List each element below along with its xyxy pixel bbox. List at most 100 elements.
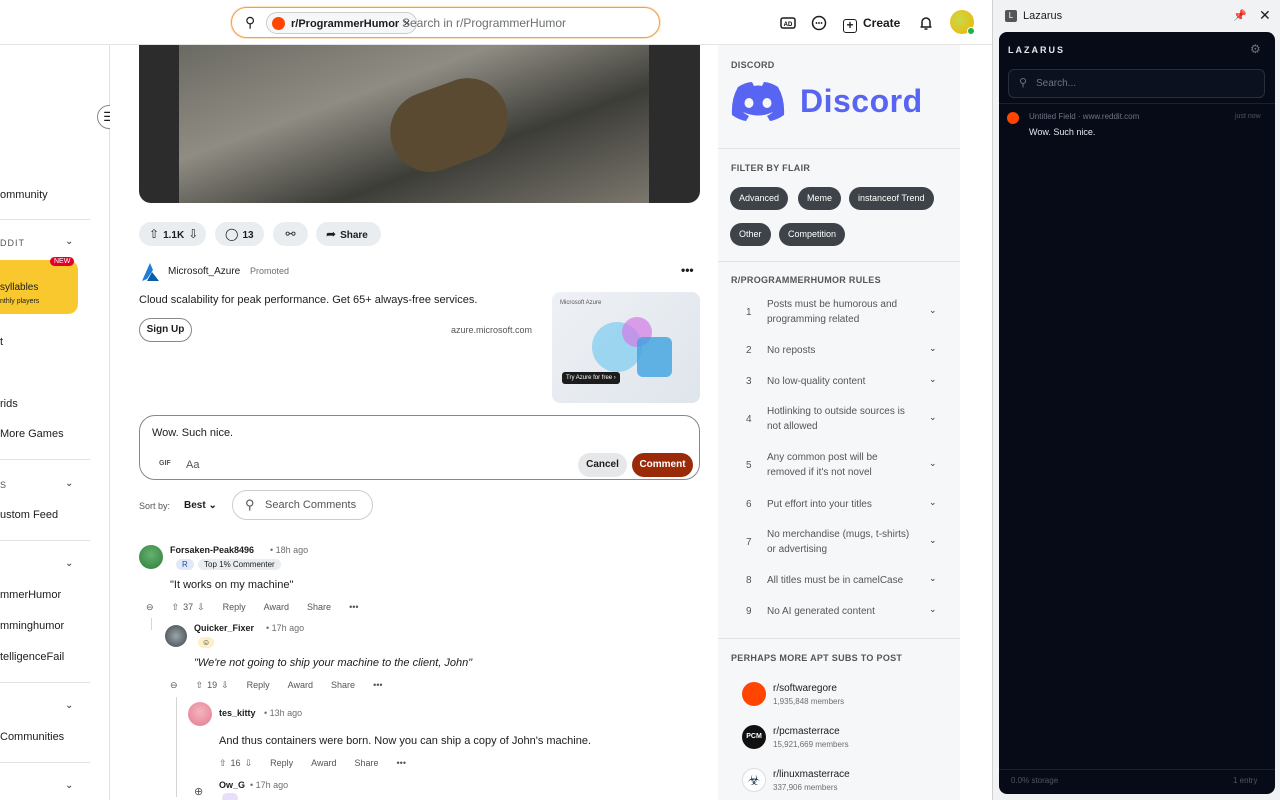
sidebar-section-feeds[interactable]: S (0, 480, 7, 490)
comment-author[interactable]: tes_kitty (219, 708, 256, 718)
more-options-icon[interactable]: ••• (681, 263, 694, 277)
chevron-down-icon[interactable]: ⌄ (65, 780, 73, 791)
lazarus-side-panel: L Lazarus 📌 ✕ LAZARUS ⚙ ⚲ Search... Untit… (992, 0, 1280, 800)
comment-search-input[interactable]: ⚲ Search Comments (232, 490, 373, 520)
sidebar-item-grids[interactable]: rids (0, 398, 18, 410)
share-button[interactable]: ➦ Share (316, 222, 381, 246)
rule-item[interactable]: 8 All titles must be in camelCase ⌄ (718, 573, 960, 591)
cancel-button[interactable]: Cancel (578, 453, 627, 477)
sidebar-item-custom-feed[interactable]: ustom Feed (0, 509, 58, 521)
comment-author[interactable]: Quicker_Fixer (194, 623, 254, 633)
avatar[interactable] (165, 625, 187, 647)
comment-submit-button[interactable]: Comment (632, 453, 693, 477)
post-video[interactable] (139, 45, 700, 203)
chevron-down-icon[interactable]: ⌄ (65, 478, 73, 489)
upvote-icon[interactable]: ⇧ (172, 602, 180, 612)
avatar[interactable] (139, 545, 163, 569)
ad-signup-button[interactable]: Sign Up (139, 318, 192, 342)
share-button[interactable]: Share (307, 602, 331, 612)
upvote-icon[interactable]: ⇧ (196, 680, 204, 690)
ad-advertiser[interactable]: Microsoft_Azure (168, 266, 240, 277)
rule-item[interactable]: 2 No reposts ⌄ (718, 343, 960, 361)
format-button[interactable]: Aa (186, 459, 199, 471)
reply-button[interactable]: Reply (270, 758, 293, 768)
award-button[interactable]: ⚯ (273, 222, 308, 246)
sidebar-item-programmerhumor[interactable]: mmerHumor (0, 589, 61, 601)
chevron-down-icon[interactable]: ⌄ (65, 700, 73, 711)
rule-item[interactable]: 4 Hotlinking to outside sources is not al… (718, 404, 960, 438)
rule-item[interactable]: 6 Put effort into your titles ⌄ (718, 497, 960, 515)
comment-author[interactable]: Forsaken-Peak8496 (170, 545, 254, 555)
vote-bar[interactable]: ⇧ 1.1K ⇩ (139, 222, 206, 246)
flair-filter-competition[interactable]: Competition (779, 223, 846, 246)
sub-item[interactable]: ☣ r/linuxmasterrace 337,906 members (718, 767, 960, 797)
chevron-down-icon[interactable]: ⌄ (65, 236, 73, 247)
close-icon[interactable]: ✕ (1259, 7, 1271, 24)
gif-button[interactable]: GIF (159, 460, 171, 467)
thread-line[interactable] (176, 697, 177, 797)
notification-bell-icon[interactable] (917, 14, 935, 32)
reply-button[interactable]: Reply (223, 602, 246, 612)
rule-item[interactable]: 5 Any common post will be removed if it's… (718, 450, 960, 484)
comment-composer[interactable]: Wow. Such nice. GIF Aa Cancel Comment (139, 415, 700, 480)
create-button[interactable]: + Create (843, 13, 900, 33)
gear-icon[interactable]: ⚙ (1250, 42, 1261, 56)
avatar[interactable] (188, 702, 212, 726)
sidebar-item-programminghumor[interactable]: mminghumor (0, 620, 64, 632)
more-options-icon[interactable]: ••• (349, 602, 358, 612)
award-button[interactable]: Award (288, 680, 313, 690)
collapse-thread-icon[interactable]: ⊖ (170, 680, 178, 690)
award-button[interactable]: Award (264, 602, 289, 612)
downvote-icon[interactable]: ⇩ (245, 758, 253, 768)
subreddit-chip[interactable]: r/ProgrammerHumor × (266, 12, 418, 34)
award-button[interactable]: Award (311, 758, 336, 768)
sort-dropdown[interactable]: Best ⌄ (184, 500, 217, 511)
sidebar-item-community[interactable]: ommunity (0, 189, 48, 201)
sidebar-item[interactable]: t (0, 336, 3, 348)
ad-icon[interactable]: AD (779, 14, 797, 32)
share-button[interactable]: Share (354, 758, 378, 768)
pin-icon[interactable]: 📌 (1233, 9, 1247, 22)
lazarus-entry[interactable]: Untitled Field · www.reddit.com just now… (999, 108, 1275, 142)
share-button[interactable]: Share (331, 680, 355, 690)
sidebar-game-card[interactable]: NEW syllables nthly players (0, 257, 78, 314)
rule-item[interactable]: 9 No AI generated content ⌄ (718, 604, 960, 622)
search-box[interactable]: ⚲ r/ProgrammerHumor × Search in r/Program… (231, 7, 660, 38)
flair-filter-advanced[interactable]: Advanced (730, 187, 789, 210)
user-avatar[interactable] (950, 10, 975, 35)
sidebar-item-more-games[interactable]: More Games (0, 428, 64, 440)
reply-button[interactable]: Reply (247, 680, 270, 690)
sidebar-section-reddit[interactable]: DDIT (0, 238, 25, 248)
comment-author[interactable]: Ow_G (219, 780, 245, 790)
search-input[interactable]: Search in r/ProgrammerHumor (402, 16, 566, 30)
downvote-icon[interactable]: ⇩ (221, 680, 229, 690)
flair-filter-other[interactable]: Other (730, 223, 771, 246)
downvote-icon[interactable]: ⇩ (188, 227, 198, 241)
chat-icon[interactable] (810, 14, 828, 32)
discord-banner[interactable]: Discord (730, 79, 950, 121)
rule-item[interactable]: 1 Posts must be humorous and programming … (718, 297, 960, 331)
expand-thread-icon[interactable]: ⊕ (194, 785, 203, 798)
collapse-thread-icon[interactable]: ⊖ (146, 602, 154, 612)
sidebar-item-intelligencefail[interactable]: telligenceFail (0, 651, 64, 663)
downvote-icon[interactable]: ⇩ (197, 602, 205, 612)
more-options-icon[interactable]: ••• (373, 680, 382, 690)
sidebar-item-communities[interactable]: Communities (0, 731, 64, 743)
rule-item[interactable]: 3 No low-quality content ⌄ (718, 374, 960, 392)
chevron-down-icon[interactable]: ⌄ (65, 558, 73, 569)
upvote-icon[interactable]: ⇧ (149, 227, 159, 241)
flair-filter-instanceof-trend[interactable]: instanceof Trend (849, 187, 934, 210)
flair-filter-meme[interactable]: Meme (798, 187, 842, 210)
more-options-icon[interactable]: ••• (397, 758, 406, 768)
comments-button[interactable]: ◯ 13 (215, 222, 264, 246)
thread-line[interactable] (151, 618, 152, 630)
sub-item[interactable]: r/softwaregore 1,935,848 members (718, 681, 960, 711)
lazarus-search-input[interactable]: ⚲ Search... (1008, 69, 1265, 98)
rule-item[interactable]: 7 No merchandise (mugs, t-shirts) or adve… (718, 527, 960, 561)
sub-item[interactable]: PCM r/pcmasterrace 15,921,669 members (718, 724, 960, 754)
comment-input[interactable]: Wow. Such nice. (152, 427, 233, 439)
ad-image[interactable]: Microsoft Azure Try Azure for free › (552, 292, 700, 403)
ad-domain[interactable]: azure.microsoft.com (451, 325, 532, 335)
ad-text[interactable]: Cloud scalability for peak performance. … (139, 294, 477, 306)
upvote-icon[interactable]: ⇧ (219, 758, 227, 768)
